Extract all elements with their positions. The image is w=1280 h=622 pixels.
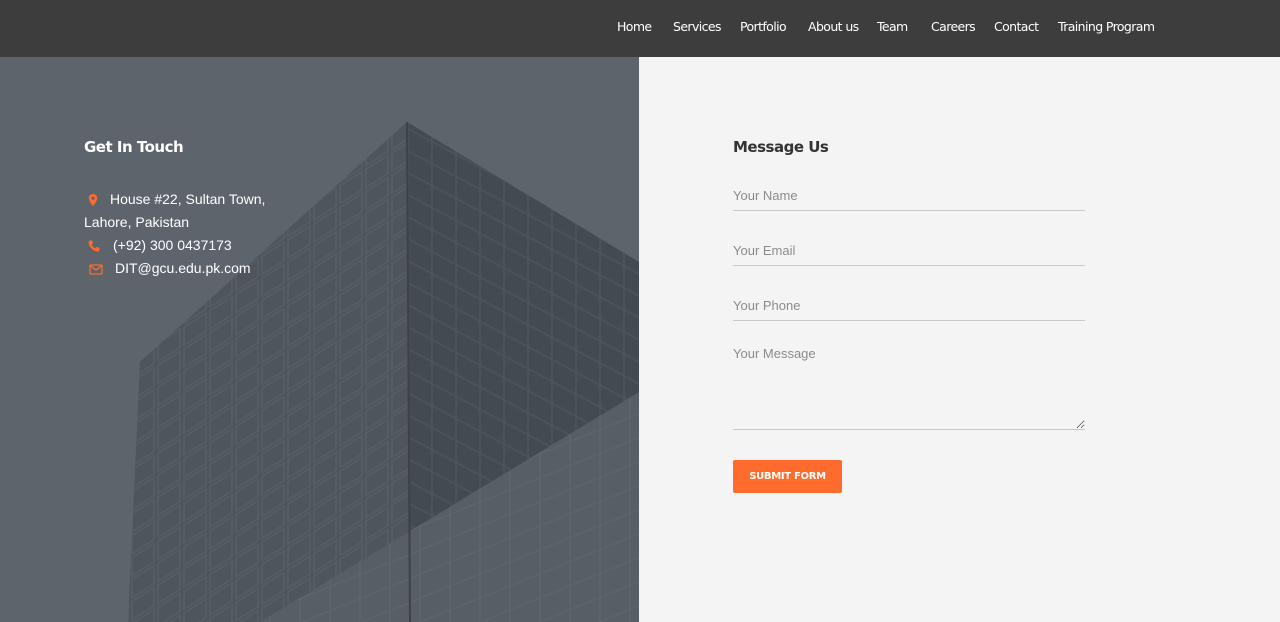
nav-careers-link[interactable]: Careers <box>931 19 976 35</box>
mail-icon <box>89 262 103 276</box>
location-icon <box>86 193 100 207</box>
phone-icon <box>87 239 101 253</box>
nav-about-link[interactable]: About us <box>808 19 859 35</box>
message-textarea[interactable] <box>733 340 1085 430</box>
nav-portfolio-link[interactable]: Portfolio <box>740 19 787 35</box>
phone-number: (+92) 300 0437173 <box>113 237 232 253</box>
email-address[interactable]: DIT@gcu.edu.pk.com <box>115 259 251 277</box>
name-input[interactable] <box>733 180 1085 211</box>
address-line-2: Lahore, Pakistan <box>84 214 190 230</box>
nav-services-link[interactable]: Services <box>673 19 722 35</box>
nav-training-program-link[interactable]: Training Program <box>1058 19 1155 35</box>
top-navbar: Home Services Portfolio About us Team Ca… <box>0 0 1280 57</box>
submit-form-button[interactable]: SUBMIT FORM <box>733 460 842 493</box>
contact-title: Get In Touch <box>84 138 184 156</box>
nav-team-link[interactable]: Team <box>877 19 908 35</box>
phone-input[interactable] <box>733 291 1085 321</box>
nav-home-link[interactable]: Home <box>617 19 652 35</box>
email-input[interactable] <box>733 235 1085 266</box>
nav-contact-link[interactable]: Contact <box>994 19 1039 35</box>
address-line-1: House #22, Sultan Town, <box>110 191 266 207</box>
form-title: Message Us <box>733 138 829 156</box>
